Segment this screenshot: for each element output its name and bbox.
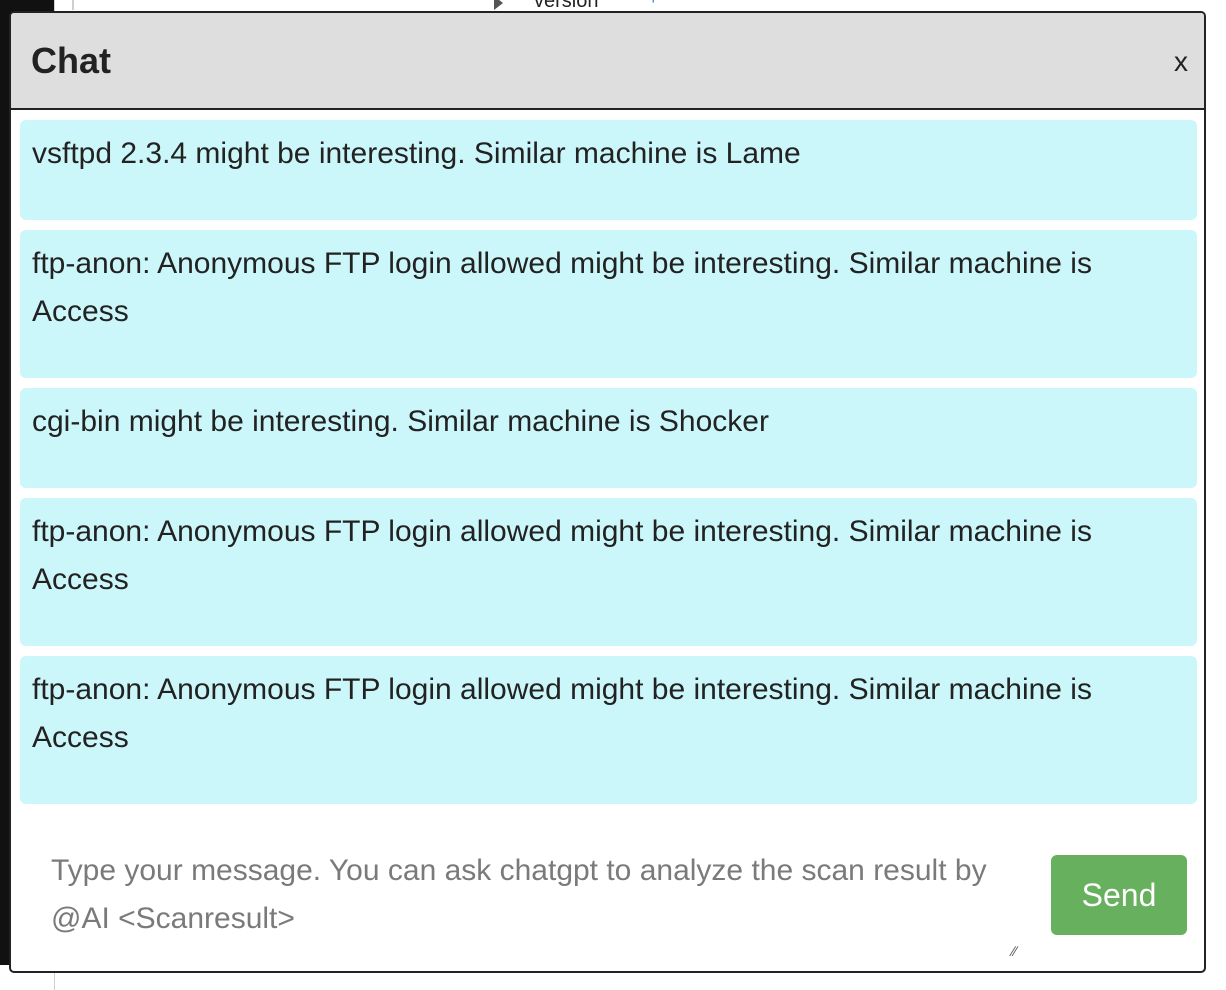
close-button[interactable]: x [1166,45,1196,79]
chat-message: ftp-anon: Anonymous FTP login allowed mi… [20,230,1197,378]
message-input[interactable] [29,839,1019,963]
resize-handle-icon[interactable]: ∕∕ [1012,944,1026,958]
message-composer: ∕∕ Send [29,839,1189,964]
minus-icon[interactable]: - [700,0,706,9]
chat-title: Chat [31,40,111,81]
chat-message: cgi-bin might be interesting. Similar ma… [20,388,1197,488]
caret-right-icon [494,0,503,10]
chat-header: Chat x [11,13,1204,110]
chat-message: ftp-anon: Anonymous FTP login allowed mi… [20,656,1197,804]
chat-window: Chat x vsftpd 2.3.4 might be interesting… [9,11,1206,973]
message-list: vsftpd 2.3.4 might be interesting. Simil… [20,120,1197,814]
plus-icon[interactable]: + [648,0,659,9]
chat-message: ftp-anon: Anonymous FTP login allowed mi… [20,498,1197,646]
chat-message: vsftpd 2.3.4 might be interesting. Simil… [20,120,1197,220]
background-edge-text: t [0,790,7,815]
send-button[interactable]: Send [1051,855,1187,935]
